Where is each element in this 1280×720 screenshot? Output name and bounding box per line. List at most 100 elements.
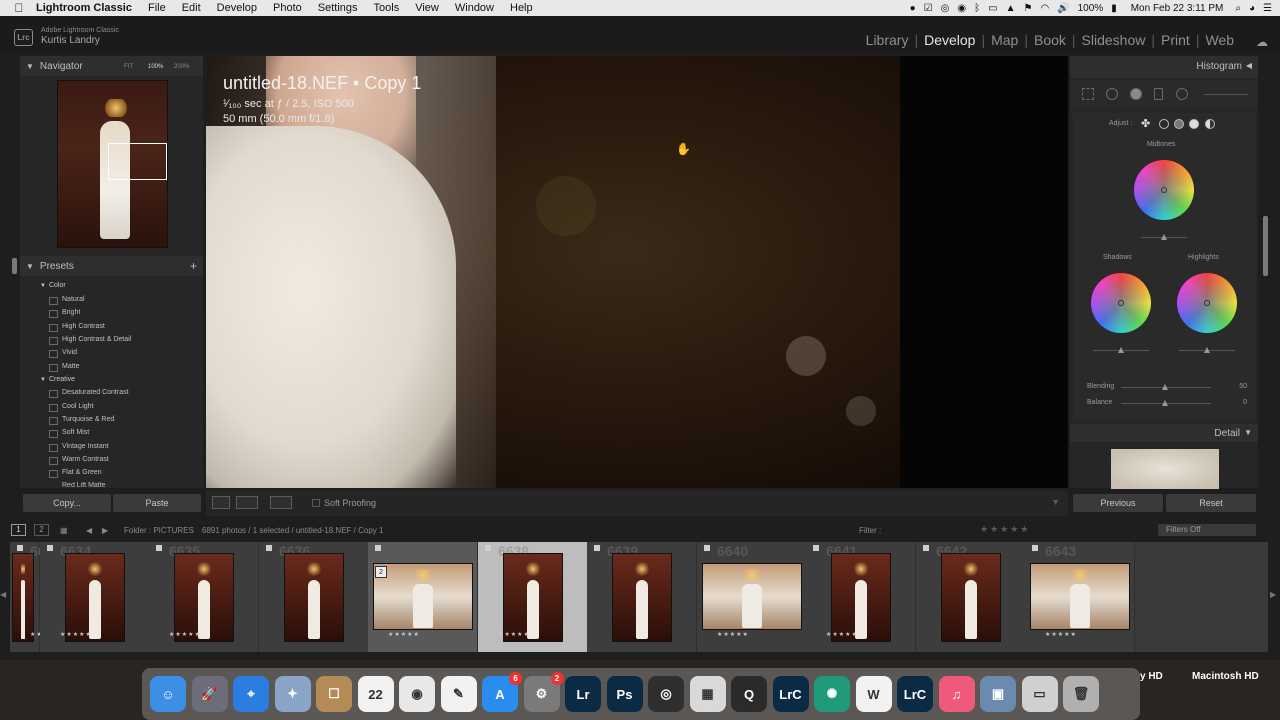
collapse-triangle-icon[interactable]: ▼ xyxy=(1244,428,1252,437)
graduated-filter-icon[interactable] xyxy=(1154,88,1163,100)
star-rating[interactable]: ★★★★★ xyxy=(60,631,92,638)
module-print[interactable]: Print xyxy=(1155,32,1196,48)
pick-flag-icon[interactable] xyxy=(1032,545,1038,551)
preset-item[interactable]: Warm Contrast xyxy=(49,456,109,465)
photoshop-icon[interactable]: Ps xyxy=(606,676,643,712)
module-slideshow[interactable]: Slideshow xyxy=(1076,32,1152,48)
menu-settings[interactable]: Settings xyxy=(318,2,358,14)
screenshot-icon[interactable]: ▭ xyxy=(1021,676,1058,712)
preset-item[interactable]: Natural xyxy=(49,296,85,305)
thumbnail-image[interactable] xyxy=(941,553,1001,642)
module-web[interactable]: Web xyxy=(1199,32,1240,48)
selection-status[interactable]: 6891 photos / 1 selected / untitled-18.N… xyxy=(202,526,383,535)
menu-develop[interactable]: Develop xyxy=(217,2,257,14)
chrome-icon[interactable]: ◉ xyxy=(399,676,435,712)
w-app-icon[interactable]: W xyxy=(855,676,892,712)
airplay-icon[interactable]: ▲ xyxy=(1006,3,1016,14)
checklist-icon[interactable]: ☑ xyxy=(924,3,933,14)
preset-item[interactable]: Cool Light xyxy=(49,403,94,412)
folder-label[interactable]: Folder : PICTURES xyxy=(124,526,194,535)
pick-flag-icon[interactable] xyxy=(813,545,819,551)
preset-item[interactable]: Turquoise & Red xyxy=(48,416,114,425)
preset-item[interactable]: Flat & Green xyxy=(49,469,102,478)
pick-flag-icon[interactable] xyxy=(485,545,491,551)
star-rating[interactable]: ★★★★★ xyxy=(388,631,420,638)
pick-flag-icon[interactable] xyxy=(704,545,710,551)
volume-icon[interactable]: 🔊 xyxy=(1057,3,1069,14)
safari-icon[interactable]: ⌖ xyxy=(233,676,269,712)
thumbnail-image[interactable] xyxy=(612,553,672,642)
pick-flag-icon[interactable] xyxy=(375,545,381,551)
detail-preview[interactable] xyxy=(1111,449,1219,489)
davinci-resolve-icon[interactable]: ◎ xyxy=(648,676,684,712)
display-1-button[interactable]: 1 xyxy=(11,524,26,536)
compare-view-icon[interactable] xyxy=(236,496,258,509)
loupe-view-icon[interactable] xyxy=(212,496,230,509)
preset-group-creative[interactable]: ▼ Creative xyxy=(40,376,75,383)
module-book[interactable]: Book xyxy=(1028,32,1072,48)
star-rating[interactable]: ★★★★★ xyxy=(498,631,530,638)
star-rating[interactable]: ★★★★★ xyxy=(826,631,858,638)
preset-item[interactable]: Vivid xyxy=(48,349,77,358)
reset-button[interactable]: Reset xyxy=(1166,494,1256,512)
lightroom-classic-2-icon[interactable]: LrC xyxy=(897,676,933,712)
detail-header[interactable]: Detail ▼ xyxy=(1070,424,1258,442)
filmstrip-cell[interactable]: 6638 ★★★★★ xyxy=(478,542,588,652)
eye-icon[interactable]: ◎ xyxy=(941,3,950,14)
slider-thumb[interactable] xyxy=(1204,347,1210,353)
grid-icon[interactable]: ▦ xyxy=(60,526,68,535)
photo-canvas[interactable]: untitled-18.NEF • Copy 1 ¹⁄₁₀₀ sec at ƒ … xyxy=(206,56,900,488)
quicktime-icon[interactable]: Q xyxy=(731,676,767,712)
star-rating[interactable]: ★★★★★ xyxy=(717,631,749,638)
thumbnail-image[interactable] xyxy=(1030,563,1130,630)
filmstrip-cell[interactable]: 6635 ★★★★★ xyxy=(149,542,259,652)
preset-item[interactable]: Red Lift Matte xyxy=(62,482,106,488)
toolbar-menu-chevron-icon[interactable]: ▼ xyxy=(1051,497,1060,507)
drive-label[interactable]: Macintosh HD xyxy=(1192,671,1259,682)
collapse-triangle-icon[interactable]: ▼ xyxy=(26,62,34,71)
clock[interactable]: Mon Feb 22 3:11 PM xyxy=(1131,3,1224,14)
crop-tool-icon[interactable] xyxy=(1082,88,1094,100)
brain-app-icon[interactable]: ✺ xyxy=(814,676,850,712)
slider-thumb[interactable] xyxy=(1161,234,1167,240)
filmstrip-right-arrow-icon[interactable]: ▶ xyxy=(1270,590,1278,604)
pencil-icon[interactable]: ✎ xyxy=(440,676,477,712)
brush-slider[interactable] xyxy=(1204,94,1248,95)
slider-thumb[interactable] xyxy=(1162,384,1168,390)
thumbnail-image[interactable] xyxy=(284,553,344,642)
menu-view[interactable]: View xyxy=(415,2,439,14)
rating-filter-stars[interactable]: ★★★★★ xyxy=(980,524,1030,535)
blending-value[interactable]: 50 xyxy=(1219,383,1247,390)
system-preferences-icon[interactable]: ⚙ 2 xyxy=(523,672,564,712)
shadows-mode-icon[interactable] xyxy=(1159,119,1169,129)
trash-icon[interactable]: 🗑 xyxy=(1063,676,1099,712)
zoom-100[interactable]: 100% xyxy=(148,64,163,70)
preset-item[interactable]: High Contrast xyxy=(49,323,105,332)
menu-help[interactable]: Help xyxy=(510,2,533,14)
histogram-header[interactable]: Histogram ◀ xyxy=(1070,56,1258,78)
star-rating[interactable]: ★★★★★ xyxy=(1045,631,1077,638)
thumbnail-image[interactable] xyxy=(702,563,802,630)
midtones-wheel[interactable] xyxy=(1134,160,1194,220)
filmstrip-cell[interactable]: 6633★★ xyxy=(10,542,61,652)
preset-item[interactable]: Desaturated Contrast xyxy=(49,389,129,398)
battery-percent[interactable]: 100% xyxy=(1078,3,1104,14)
stack-count-badge[interactable]: 2 xyxy=(375,566,387,578)
filmstrip-left-arrow-icon[interactable]: ◀ xyxy=(0,590,8,604)
right-panel-scrollbar[interactable] xyxy=(1263,216,1268,276)
collapse-triangle-icon[interactable]: ▼ xyxy=(26,262,34,271)
zoom-fit[interactable]: FIT xyxy=(124,64,133,70)
midtones-mode-icon[interactable] xyxy=(1174,119,1184,129)
collapse-triangle-icon[interactable]: ◀ xyxy=(1246,61,1252,70)
balance-value[interactable]: 0 xyxy=(1219,399,1247,406)
spot-removal-icon[interactable] xyxy=(1106,88,1118,100)
previous-button[interactable]: Previous xyxy=(1073,494,1163,512)
image-capture-icon[interactable]: ▣ xyxy=(980,676,1016,712)
menu-tools[interactable]: Tools xyxy=(374,2,400,14)
star-rating[interactable]: ★★★★★ xyxy=(169,631,201,638)
wifi-icon[interactable]: ◠ xyxy=(1040,3,1049,14)
preset-item[interactable]: Vintage Instant xyxy=(49,443,109,452)
preview-icon[interactable]: ✦ xyxy=(274,676,311,712)
preset-item[interactable]: Soft Mist xyxy=(48,429,89,438)
module-develop[interactable]: Develop xyxy=(918,32,981,48)
